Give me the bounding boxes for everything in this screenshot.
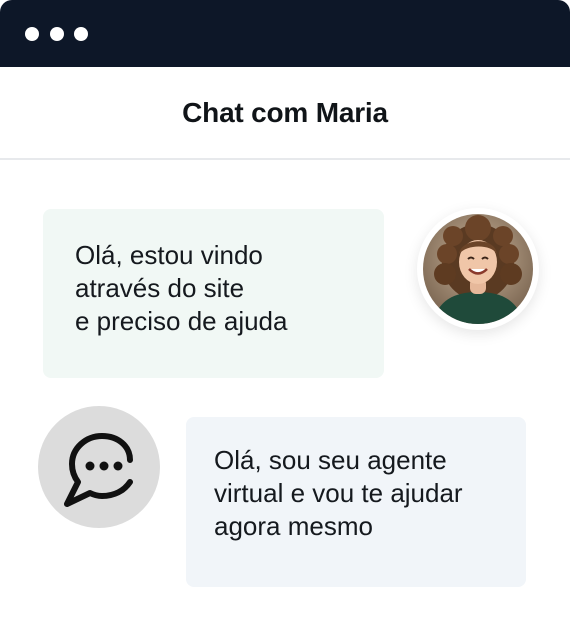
chat-title: Chat com Maria [182,96,388,128]
message-line: Olá, estou vindo [75,240,263,270]
user-avatar [417,208,539,330]
chat-header: Chat com Maria [0,67,570,160]
user-photo-avatar-icon [423,214,533,324]
message-bubble-agent: Olá, sou seu agente virtual e vou te aju… [186,417,526,587]
message-line: Olá, sou seu agente [214,445,447,475]
window-control-dot-2[interactable] [50,27,64,41]
window-control-dot-1[interactable] [25,27,39,41]
window-titlebar [0,0,570,67]
chat-window: Chat com Maria Olá, estou vindo através … [0,0,570,641]
message-bubble-user: Olá, estou vindo através do site e preci… [43,209,384,378]
window-control-dot-3[interactable] [74,27,88,41]
message-line: agora mesmo [214,511,373,541]
message-line: virtual e vou te ajudar [214,478,463,508]
agent-avatar [38,406,160,528]
message-line: e preciso de ajuda [75,306,288,336]
message-line: através do site [75,273,245,303]
chat-bubble-dots-icon [64,433,133,507]
